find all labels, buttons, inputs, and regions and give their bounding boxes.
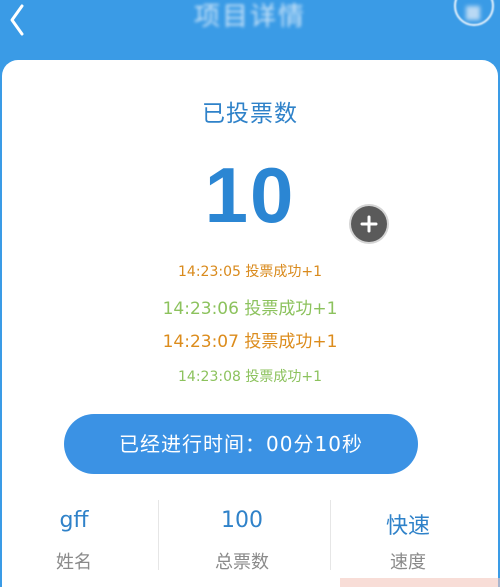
elapsed-time-button[interactable]: 已经进行时间：00分10秒 bbox=[64, 414, 418, 474]
vote-log-text: 投票成功+1 bbox=[245, 264, 322, 280]
vote-log-entry: 14:23:06 投票成功+1 bbox=[0, 294, 500, 319]
stat-divider bbox=[158, 500, 159, 570]
total-votes-label: 总票数 bbox=[215, 552, 269, 573]
plus-icon bbox=[351, 206, 387, 242]
vote-log-time: 14:23:06 bbox=[162, 299, 239, 319]
voted-count-value: 10 bbox=[204, 151, 296, 239]
vote-log-entry: 14:23:07 投票成功+1 bbox=[0, 327, 500, 352]
header-bar: 项目详情 bbox=[0, 0, 500, 60]
vote-log-text: 投票成功+1 bbox=[244, 332, 338, 352]
name-label: 姓名 bbox=[56, 552, 92, 573]
vote-log-entry: 14:23:05 投票成功+1 bbox=[0, 261, 500, 281]
vote-log-text: 投票成功+1 bbox=[244, 299, 338, 319]
vote-log-time: 14:23:08 bbox=[178, 369, 241, 385]
watermark-strip bbox=[340, 578, 500, 587]
vote-log-text: 投票成功+1 bbox=[245, 369, 322, 385]
vote-log-entry: 14:23:08 投票成功+1 bbox=[0, 366, 500, 386]
voted-count-label: 已投票数 bbox=[202, 101, 298, 127]
page-title: 项目详情 bbox=[193, 2, 306, 32]
stat-divider bbox=[330, 500, 331, 570]
speed-value: 快速 bbox=[385, 514, 430, 539]
vote-log-time: 14:23:05 bbox=[178, 264, 241, 280]
total-votes-value: 100 bbox=[221, 508, 263, 533]
vote-log-time: 14:23:07 bbox=[162, 332, 239, 352]
speed-label: 速度 bbox=[390, 552, 426, 573]
name-value: gff bbox=[59, 508, 89, 533]
add-vote-button[interactable] bbox=[351, 206, 387, 242]
